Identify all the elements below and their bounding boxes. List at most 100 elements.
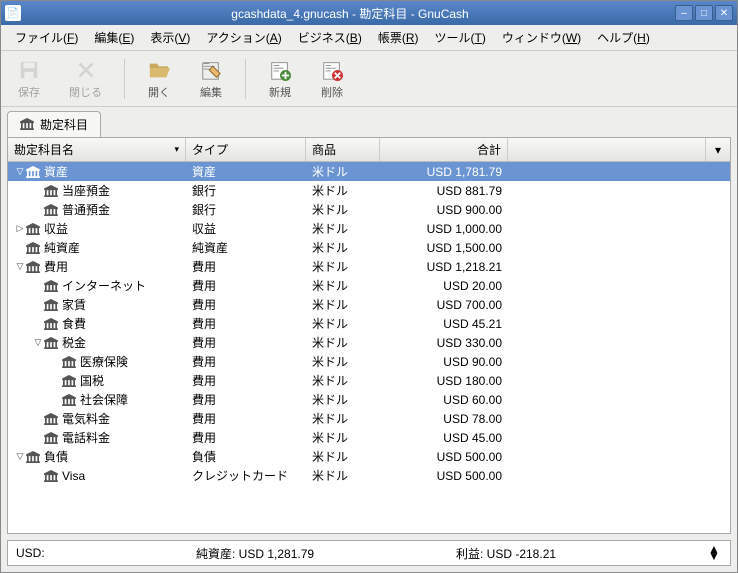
menu-t[interactable]: ツール(T) bbox=[426, 26, 493, 49]
account-row[interactable]: 社会保障 費用米ドルUSD 60.00 bbox=[8, 390, 730, 409]
close-window-button[interactable]: ✕ bbox=[715, 5, 733, 21]
tab-accounts[interactable]: 勘定科目 bbox=[7, 111, 101, 137]
account-name: 電話料金 bbox=[62, 429, 110, 446]
open-button[interactable]: 開く bbox=[141, 56, 177, 102]
account-tree-panel: 勘定科目名▾ タイプ 商品 合計 ▾ ▽資産資産米ドルUSD 1,781.79当… bbox=[7, 137, 731, 534]
account-type: 費用 bbox=[186, 429, 306, 446]
expand-toggle[interactable]: ▽ bbox=[14, 451, 26, 462]
app-window: 📄 gcashdata_4.gnucash - 勘定科目 - GnuCash –… bbox=[0, 0, 738, 573]
menu-e[interactable]: 編集(E) bbox=[86, 26, 142, 49]
account-row[interactable]: 電気料金費用米ドルUSD 78.00 bbox=[8, 409, 730, 428]
chevron-down-icon: ▾ bbox=[715, 143, 721, 157]
account-total: USD 78.00 bbox=[380, 412, 508, 426]
account-commodity: 米ドル bbox=[306, 163, 380, 180]
column-commodity[interactable]: 商品 bbox=[306, 138, 380, 161]
account-total: USD 180.00 bbox=[380, 374, 508, 388]
account-type: 純資産 bbox=[186, 239, 306, 256]
account-type: 銀行 bbox=[186, 201, 306, 218]
account-tree[interactable]: ▽資産資産米ドルUSD 1,781.79当座預金銀行米ドルUSD 881.79普… bbox=[8, 162, 730, 533]
column-type[interactable]: タイプ bbox=[186, 138, 306, 161]
menu-b[interactable]: ビジネス(B) bbox=[290, 26, 370, 49]
account-icon bbox=[44, 337, 58, 349]
toolbar-separator bbox=[245, 59, 246, 99]
account-type: 費用 bbox=[186, 353, 306, 370]
save-button: 保存 bbox=[11, 56, 47, 102]
sort-indicator-icon: ▾ bbox=[174, 144, 179, 155]
account-row[interactable]: ▽費用費用米ドルUSD 1,218.21 bbox=[8, 257, 730, 276]
account-name: 収益 bbox=[44, 220, 68, 237]
account-row[interactable]: ▽税金費用米ドルUSD 330.00 bbox=[8, 333, 730, 352]
account-row[interactable]: 普通預金銀行米ドルUSD 900.00 bbox=[8, 200, 730, 219]
expand-toggle[interactable]: ▽ bbox=[32, 337, 44, 348]
menu-r[interactable]: 帳票(R) bbox=[370, 26, 427, 49]
bank-icon bbox=[20, 118, 34, 132]
menu-v[interactable]: 表示(V) bbox=[142, 26, 198, 49]
menu-h[interactable]: ヘルプ(H) bbox=[589, 26, 658, 49]
account-total: USD 60.00 bbox=[380, 393, 508, 407]
account-commodity: 米ドル bbox=[306, 429, 380, 446]
account-commodity: 米ドル bbox=[306, 410, 380, 427]
account-row[interactable]: インターネット費用米ドルUSD 20.00 bbox=[8, 276, 730, 295]
account-row[interactable]: ▽負債負債米ドルUSD 500.00 bbox=[8, 447, 730, 466]
account-type: 銀行 bbox=[186, 182, 306, 199]
account-icon bbox=[26, 451, 40, 463]
account-row[interactable]: 純資産純資産米ドルUSD 1,500.00 bbox=[8, 238, 730, 257]
account-type: 費用 bbox=[186, 372, 306, 389]
account-total: USD 1,218.21 bbox=[380, 260, 508, 274]
edit-button[interactable]: 編集 bbox=[193, 56, 229, 102]
account-row[interactable]: 家賃費用米ドルUSD 700.00 bbox=[8, 295, 730, 314]
account-name: 負債 bbox=[44, 448, 68, 465]
expand-toggle[interactable]: ▽ bbox=[14, 166, 26, 177]
account-icon bbox=[44, 432, 58, 444]
account-name: Visa bbox=[62, 469, 85, 483]
account-total: USD 900.00 bbox=[380, 203, 508, 217]
expand-toggle[interactable]: ▽ bbox=[14, 261, 26, 272]
status-spinner[interactable]: ▲▼ bbox=[706, 546, 722, 560]
account-total: USD 881.79 bbox=[380, 184, 508, 198]
account-name: 社会保障 bbox=[80, 391, 128, 408]
maximize-button[interactable]: □ bbox=[695, 5, 713, 21]
delete-button[interactable]: 削除 bbox=[314, 56, 350, 102]
column-menu-button[interactable]: ▾ bbox=[706, 138, 730, 161]
account-total: USD 90.00 bbox=[380, 355, 508, 369]
account-commodity: 米ドル bbox=[306, 239, 380, 256]
account-icon bbox=[44, 318, 58, 330]
account-row[interactable]: ▽資産資産米ドルUSD 1,781.79 bbox=[8, 162, 730, 181]
tab-label: 勘定科目 bbox=[40, 116, 88, 133]
account-total: USD 700.00 bbox=[380, 298, 508, 312]
account-row[interactable]: 食費費用米ドルUSD 45.21 bbox=[8, 314, 730, 333]
close-icon bbox=[74, 58, 98, 82]
account-type: クレジットカード bbox=[186, 467, 306, 484]
account-type: 費用 bbox=[186, 315, 306, 332]
account-icon bbox=[44, 299, 58, 311]
menu-w[interactable]: ウィンドウ(W) bbox=[494, 26, 589, 49]
menubar: ファイル(F)編集(E)表示(V)アクション(A)ビジネス(B)帳票(R)ツール… bbox=[1, 25, 737, 51]
status-profit: 利益: USD -218.21 bbox=[456, 545, 706, 562]
account-row[interactable]: Visaクレジットカード米ドルUSD 500.00 bbox=[8, 466, 730, 485]
account-type: 費用 bbox=[186, 334, 306, 351]
account-total: USD 1,781.79 bbox=[380, 165, 508, 179]
column-name[interactable]: 勘定科目名▾ bbox=[8, 138, 186, 161]
account-row[interactable]: 電話料金費用米ドルUSD 45.00 bbox=[8, 428, 730, 447]
account-name: 食費 bbox=[62, 315, 86, 332]
account-row[interactable]: ▷収益収益米ドルUSD 1,000.00 bbox=[8, 219, 730, 238]
new-button[interactable]: 新規 bbox=[262, 56, 298, 102]
status-net-assets: 純資産: USD 1,281.79 bbox=[196, 545, 456, 562]
account-icon bbox=[26, 223, 40, 235]
menu-a[interactable]: アクション(A) bbox=[198, 26, 289, 49]
expand-toggle[interactable]: ▷ bbox=[14, 223, 26, 234]
account-row[interactable]: 当座預金銀行米ドルUSD 881.79 bbox=[8, 181, 730, 200]
account-commodity: 米ドル bbox=[306, 353, 380, 370]
save-icon bbox=[17, 58, 41, 82]
minimize-button[interactable]: – bbox=[675, 5, 693, 21]
menu-f[interactable]: ファイル(F) bbox=[7, 26, 86, 49]
account-commodity: 米ドル bbox=[306, 391, 380, 408]
account-row[interactable]: 医療保険 費用米ドルUSD 90.00 bbox=[8, 352, 730, 371]
column-total[interactable]: 合計 bbox=[380, 138, 508, 161]
edit-icon bbox=[199, 58, 223, 82]
account-row[interactable]: 国税費用米ドルUSD 180.00 bbox=[8, 371, 730, 390]
account-name: 医療保険 bbox=[80, 353, 128, 370]
account-type: 費用 bbox=[186, 391, 306, 408]
account-total: USD 45.21 bbox=[380, 317, 508, 331]
account-commodity: 米ドル bbox=[306, 296, 380, 313]
